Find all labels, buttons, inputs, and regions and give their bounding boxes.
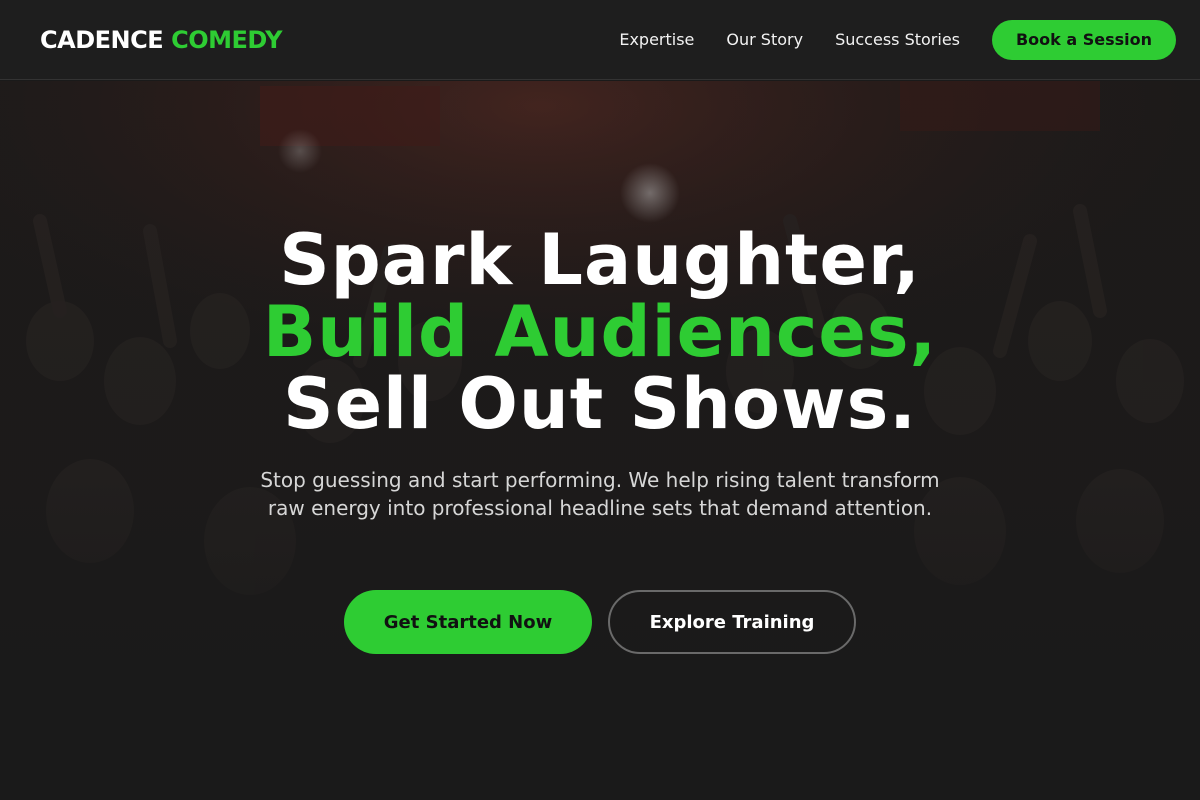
get-started-button[interactable]: Get Started Now bbox=[344, 590, 592, 654]
headline-line-3: Sell Out Shows. bbox=[283, 363, 917, 445]
hero-content: Spark Laughter, Build Audiences, Sell Ou… bbox=[0, 81, 1200, 800]
landing-page: CADENCE COMEDY Expertise Our Story Succe… bbox=[0, 0, 1200, 800]
headline-line-1: Spark Laughter, bbox=[279, 219, 921, 301]
book-session-button[interactable]: Book a Session bbox=[992, 19, 1176, 60]
main-nav: Expertise Our Story Success Stories Book… bbox=[619, 19, 1176, 60]
brand-name-part1: CADENCE bbox=[40, 25, 164, 54]
hero-headline: Spark Laughter, Build Audiences, Sell Ou… bbox=[0, 224, 1200, 440]
nav-link-success-stories[interactable]: Success Stories bbox=[835, 30, 960, 49]
explore-training-button[interactable]: Explore Training bbox=[608, 590, 856, 654]
nav-link-our-story[interactable]: Our Story bbox=[726, 30, 803, 49]
brand-logo[interactable]: CADENCE COMEDY bbox=[40, 26, 282, 54]
nav-link-expertise[interactable]: Expertise bbox=[619, 30, 694, 49]
headline-line-2: Build Audiences, bbox=[262, 291, 938, 373]
hero-cta-group: Get Started Now Explore Training bbox=[0, 590, 1200, 654]
site-header: CADENCE COMEDY Expertise Our Story Succe… bbox=[0, 0, 1200, 80]
brand-name-part2: COMEDY bbox=[171, 25, 282, 54]
hero-subtext: Stop guessing and start performing. We h… bbox=[260, 468, 940, 520]
